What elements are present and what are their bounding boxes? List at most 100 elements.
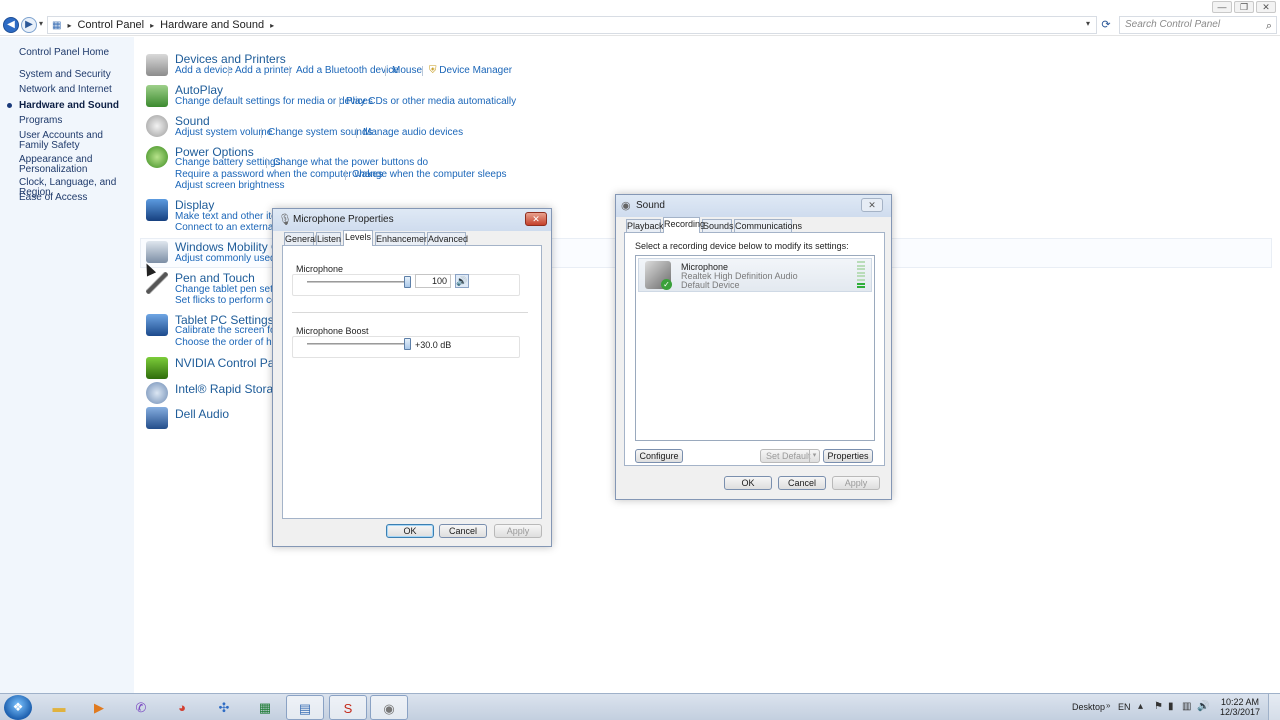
tab-levels[interactable]: Levels: [343, 230, 373, 246]
chevron-right-icon[interactable]: »: [1106, 701, 1110, 710]
tab-advanced[interactable]: Advanced: [427, 232, 468, 246]
intel-storage-icon: [146, 382, 168, 404]
start-button[interactable]: ❖: [4, 695, 32, 720]
forward-button[interactable]: ▶: [21, 17, 37, 33]
sidebar-item-appearance[interactable]: Appearance and Personalization: [19, 155, 131, 175]
sidebar-item-user-accounts[interactable]: User Accounts and Family Safety: [19, 131, 131, 151]
link-play-cds[interactable]: Play CDs or other media automatically: [346, 96, 516, 107]
microphone-slider-track[interactable]: [307, 281, 407, 283]
recording-device-list[interactable]: ✓ Microphone Realtek High Definition Aud…: [635, 255, 875, 441]
link-add-a-printer[interactable]: Add a printer: [235, 65, 292, 76]
sidebar-item-control-panel-home[interactable]: Control Panel Home: [19, 48, 131, 58]
link-device-manager[interactable]: ⛨ Device Manager: [429, 65, 512, 76]
clock-date: 12/3/2017: [1219, 707, 1261, 717]
refresh-icon[interactable]: ⟳: [1099, 18, 1113, 32]
link-separator: [356, 128, 357, 138]
search-input[interactable]: Search Control Panel ⌕: [1119, 16, 1277, 34]
boost-value: +30.0 dB: [415, 340, 452, 350]
chevron-down-icon[interactable]: ▾: [809, 450, 819, 462]
sidebar-item-ease-of-access[interactable]: Ease of Access: [19, 193, 131, 203]
breadcrumb-item-hardware-and-sound[interactable]: Hardware and Sound: [160, 19, 264, 31]
breadcrumb-item-control-panel[interactable]: Control Panel: [77, 19, 144, 31]
boost-slider-track[interactable]: [307, 343, 407, 345]
taskbar-screencast-app[interactable]: S: [329, 695, 367, 720]
apply-button[interactable]: Apply: [494, 524, 542, 538]
configure-button[interactable]: Configure: [635, 449, 683, 463]
microphone-slider-thumb[interactable]: [404, 276, 411, 288]
sidebar-item-programs[interactable]: Programs: [19, 116, 131, 126]
maximize-button[interactable]: ❐: [1234, 1, 1254, 13]
tab-communications[interactable]: Communications: [734, 219, 802, 233]
recent-pages-dropdown[interactable]: ▾: [39, 19, 43, 28]
category-sound[interactable]: Sound: [175, 114, 210, 128]
app-logo-icon: S: [343, 701, 353, 716]
link-add-a-device[interactable]: Add a device: [175, 65, 233, 76]
category-pen-and-touch[interactable]: Pen and Touch: [175, 271, 255, 285]
taskbar-viber[interactable]: ✆: [122, 695, 160, 720]
cancel-button[interactable]: Cancel: [778, 476, 826, 490]
nvidia-icon: [146, 357, 168, 379]
close-button[interactable]: ✕: [1256, 1, 1276, 13]
category-dell-audio[interactable]: Dell Audio: [175, 407, 229, 421]
boost-slider-thumb[interactable]: [404, 338, 411, 350]
category-display[interactable]: Display: [175, 198, 214, 212]
link-change-default-media-settings[interactable]: Change default settings for media or dev…: [175, 96, 373, 107]
breadcrumb[interactable]: ▦ ▸ Control Panel ▸ Hardware and Sound ▸…: [47, 16, 1097, 34]
category-intel-rapid-storage[interactable]: Intel® Rapid Storage: [175, 382, 287, 396]
taskbar-explorer[interactable]: ▬: [40, 695, 78, 720]
link-mouse[interactable]: Mouse: [392, 65, 422, 76]
minimize-button[interactable]: —: [1212, 1, 1232, 13]
ok-button[interactable]: OK: [724, 476, 772, 490]
desktop-toolbar-label[interactable]: Desktop: [1072, 702, 1105, 712]
ok-button[interactable]: OK: [386, 524, 434, 538]
list-item[interactable]: ✓ Microphone Realtek High Definition Aud…: [638, 258, 872, 292]
volume-icon[interactable]: 🔊: [1197, 701, 1209, 712]
show-desktop-button[interactable]: [1268, 694, 1280, 720]
chevron-up-icon[interactable]: ▴: [1138, 701, 1143, 712]
category-autoplay[interactable]: AutoPlay: [175, 83, 223, 97]
shield-icon: ⛨: [429, 65, 437, 76]
speaker-mute-button[interactable]: 🔊: [455, 274, 469, 288]
tab-listen[interactable]: Listen: [316, 232, 341, 246]
dialog-close-button[interactable]: ✕: [525, 212, 547, 226]
tab-general[interactable]: General: [284, 232, 317, 246]
sidebar-item-network-and-internet[interactable]: Network and Internet: [19, 85, 131, 95]
link-power-buttons[interactable]: Change what the power buttons do: [273, 157, 428, 168]
taskbar-control-panel[interactable]: ▤: [286, 695, 324, 720]
dialog-title: Sound: [636, 200, 665, 211]
network-icon[interactable]: ▥: [1182, 701, 1191, 712]
link-manage-audio-devices[interactable]: Manage audio devices: [363, 127, 463, 138]
system-clock[interactable]: 10:22 AM 12/3/2017: [1218, 697, 1262, 717]
tab-playback[interactable]: Playback: [626, 219, 664, 233]
taskbar-network-tool[interactable]: ✣: [205, 695, 243, 720]
link-adjust-system-volume[interactable]: Adjust system volume: [175, 127, 272, 138]
dialog-close-button[interactable]: ✕: [861, 198, 883, 212]
taskbar-sound-dialog[interactable]: ◉: [370, 695, 408, 720]
link-adjust-brightness[interactable]: Adjust screen brightness: [175, 180, 285, 191]
taskbar-excel[interactable]: ▦: [246, 695, 284, 720]
window-controls: — ❐ ✕: [1212, 1, 1276, 13]
microphone-level-input[interactable]: 100: [415, 274, 451, 288]
tab-enhancements[interactable]: Enhancements: [375, 232, 436, 246]
sidebar-item-system-and-security[interactable]: System and Security: [19, 70, 131, 80]
taskbar-chrome[interactable]: ◕: [163, 695, 201, 720]
cancel-button[interactable]: Cancel: [439, 524, 487, 538]
back-button[interactable]: ◀: [3, 17, 19, 33]
link-change-sleep[interactable]: Change when the computer sleeps: [352, 169, 507, 180]
taskbar-media-player[interactable]: ▶: [80, 695, 118, 720]
language-indicator[interactable]: EN: [1118, 702, 1131, 712]
battery-icon[interactable]: ▮: [1168, 701, 1174, 712]
apply-button[interactable]: Apply: [832, 476, 880, 490]
action-center-icon[interactable]: ⚑: [1154, 701, 1163, 712]
address-dropdown-icon[interactable]: ▾: [1086, 19, 1090, 28]
link-change-battery-settings[interactable]: Change battery settings: [175, 157, 281, 168]
search-icon[interactable]: ⌕: [1266, 18, 1272, 34]
set-default-button[interactable]: Set Default ▾: [760, 449, 820, 463]
tab-sounds[interactable]: Sounds: [702, 219, 734, 233]
properties-button[interactable]: Properties: [823, 449, 873, 463]
sidebar-item-hardware-and-sound[interactable]: Hardware and Sound: [19, 101, 131, 111]
link-add-bluetooth-device[interactable]: Add a Bluetooth device: [296, 65, 399, 76]
category-devices-and-printers[interactable]: Devices and Printers: [175, 52, 286, 66]
tab-recording[interactable]: Recording: [663, 217, 705, 233]
category-windows-mobility-center[interactable]: Windows Mobility Ce: [175, 240, 286, 254]
